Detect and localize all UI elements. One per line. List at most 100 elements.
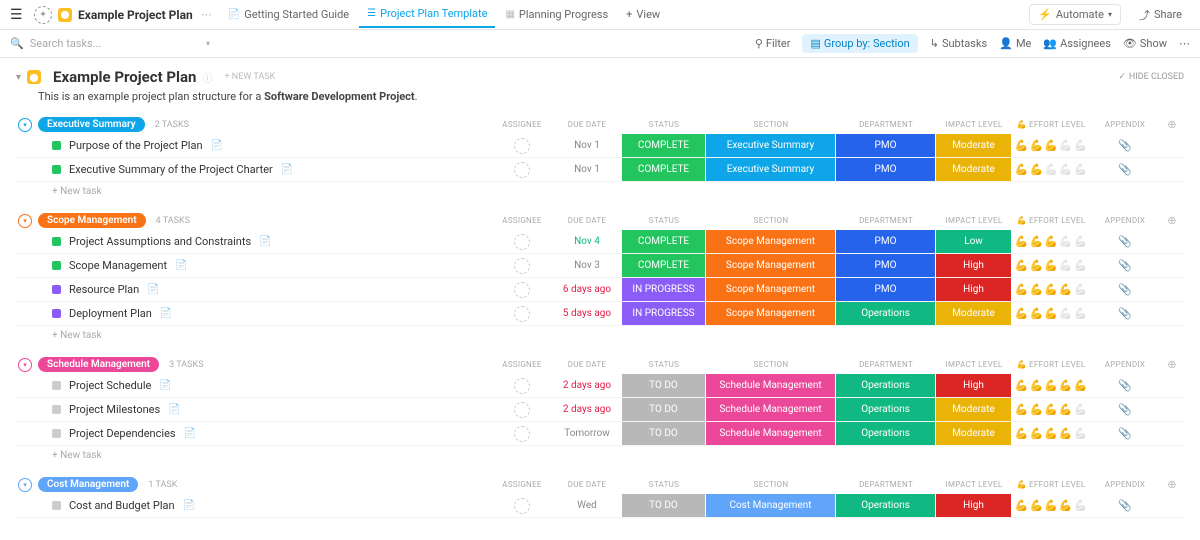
- assignee-cell[interactable]: [492, 230, 552, 253]
- due-date-cell[interactable]: 2 days ago: [552, 398, 622, 421]
- task-title[interactable]: Purpose of the Project Plan: [69, 139, 203, 152]
- col-header[interactable]: SECTION: [706, 120, 836, 129]
- col-header[interactable]: SECTION: [706, 360, 836, 369]
- add-column-button[interactable]: ⊕: [1160, 478, 1184, 491]
- appendix-cell[interactable]: 📎: [1090, 230, 1160, 253]
- col-header[interactable]: ASSIGNEE: [492, 120, 552, 129]
- new-task-button[interactable]: + New task: [16, 446, 1184, 465]
- section-badge[interactable]: Cost Management: [706, 494, 836, 517]
- due-date-cell[interactable]: 6 days ago: [552, 278, 622, 301]
- note-icon[interactable]: 📄: [147, 284, 159, 295]
- col-header[interactable]: 💪 EFFORT LEVEL: [1012, 216, 1090, 225]
- section-badge[interactable]: Scope Management: [706, 302, 836, 325]
- new-task-header[interactable]: + NEW TASK: [224, 72, 275, 82]
- group-pill[interactable]: Cost Management: [38, 477, 138, 492]
- assignee-cell[interactable]: [492, 494, 552, 517]
- status-badge[interactable]: TO DO: [622, 374, 706, 397]
- status-square-icon[interactable]: [52, 381, 61, 390]
- due-date-cell[interactable]: Nov 1: [552, 134, 622, 157]
- status-square-icon[interactable]: [52, 429, 61, 438]
- task-title[interactable]: Cost and Budget Plan: [69, 499, 175, 512]
- me-button[interactable]: 👤Me: [999, 37, 1031, 50]
- automate-button[interactable]: ⚡Automate▾: [1029, 4, 1121, 25]
- effort-cell[interactable]: 💪💪💪💪💪: [1012, 278, 1090, 301]
- department-badge[interactable]: PMO: [836, 230, 936, 253]
- task-title[interactable]: Scope Management: [69, 259, 167, 272]
- section-badge[interactable]: Schedule Management: [706, 398, 836, 421]
- col-header[interactable]: SECTION: [706, 216, 836, 225]
- task-title[interactable]: Project Milestones: [69, 403, 160, 416]
- impact-badge[interactable]: Moderate: [936, 302, 1012, 325]
- note-icon[interactable]: 📄: [184, 428, 196, 439]
- group-toggle-icon[interactable]: ▾: [18, 358, 32, 372]
- col-header[interactable]: DUE DATE: [552, 216, 622, 225]
- more-icon[interactable]: ⋯: [201, 8, 212, 21]
- col-header[interactable]: ASSIGNEE: [492, 480, 552, 489]
- settings-icon[interactable]: ✦: [34, 6, 52, 24]
- task-title[interactable]: Resource Plan: [69, 283, 139, 296]
- status-badge[interactable]: COMPLETE: [622, 134, 706, 157]
- search-input[interactable]: 🔍 Search tasks... ▾: [10, 37, 210, 50]
- col-header[interactable]: IMPACT LEVEL: [936, 120, 1012, 129]
- assignees-button[interactable]: 👥Assignees: [1043, 37, 1111, 50]
- appendix-cell[interactable]: 📎: [1090, 254, 1160, 277]
- col-header[interactable]: APPENDIX: [1090, 120, 1160, 129]
- share-button[interactable]: ⤴Share: [1131, 4, 1190, 26]
- new-task-button[interactable]: + New task: [16, 326, 1184, 345]
- group-toggle-icon[interactable]: ▾: [18, 478, 32, 492]
- status-square-icon[interactable]: [52, 237, 61, 246]
- col-header[interactable]: ASSIGNEE: [492, 360, 552, 369]
- col-header[interactable]: DEPARTMENT: [836, 480, 936, 489]
- impact-badge[interactable]: Low: [936, 230, 1012, 253]
- department-badge[interactable]: PMO: [836, 134, 936, 157]
- tab-getting-started[interactable]: 📄Getting Started Guide: [220, 2, 357, 27]
- col-header[interactable]: DEPARTMENT: [836, 360, 936, 369]
- impact-badge[interactable]: Moderate: [936, 134, 1012, 157]
- add-column-button[interactable]: ⊕: [1160, 214, 1184, 227]
- col-header[interactable]: DEPARTMENT: [836, 216, 936, 225]
- hide-closed-button[interactable]: ✓HIDE CLOSED: [1118, 72, 1184, 82]
- col-header[interactable]: DEPARTMENT: [836, 120, 936, 129]
- section-badge[interactable]: Schedule Management: [706, 422, 836, 445]
- info-icon[interactable]: ⓘ: [202, 70, 212, 85]
- effort-cell[interactable]: 💪💪💪💪💪: [1012, 302, 1090, 325]
- task-row[interactable]: Resource Plan 📄 6 days ago IN PROGRESS S…: [16, 278, 1184, 302]
- task-title[interactable]: Project Schedule: [69, 379, 151, 392]
- effort-cell[interactable]: 💪💪💪💪💪: [1012, 422, 1090, 445]
- due-date-cell[interactable]: 2 days ago: [552, 374, 622, 397]
- section-badge[interactable]: Scope Management: [706, 278, 836, 301]
- assignee-cell[interactable]: [492, 158, 552, 181]
- status-badge[interactable]: IN PROGRESS: [622, 278, 706, 301]
- col-header[interactable]: IMPACT LEVEL: [936, 216, 1012, 225]
- department-badge[interactable]: Operations: [836, 422, 936, 445]
- status-badge[interactable]: COMPLETE: [622, 254, 706, 277]
- section-badge[interactable]: Scope Management: [706, 230, 836, 253]
- note-icon[interactable]: 📄: [175, 260, 187, 271]
- col-header[interactable]: SECTION: [706, 480, 836, 489]
- status-badge[interactable]: COMPLETE: [622, 158, 706, 181]
- department-badge[interactable]: PMO: [836, 158, 936, 181]
- note-icon[interactable]: 📄: [168, 404, 180, 415]
- new-task-button[interactable]: + New task: [16, 182, 1184, 201]
- task-row[interactable]: Purpose of the Project Plan 📄 Nov 1 COMP…: [16, 134, 1184, 158]
- status-badge[interactable]: TO DO: [622, 494, 706, 517]
- department-badge[interactable]: PMO: [836, 254, 936, 277]
- col-header[interactable]: DUE DATE: [552, 120, 622, 129]
- assignee-cell[interactable]: [492, 254, 552, 277]
- section-badge[interactable]: Schedule Management: [706, 374, 836, 397]
- status-badge[interactable]: IN PROGRESS: [622, 302, 706, 325]
- department-badge[interactable]: Operations: [836, 398, 936, 421]
- task-row[interactable]: Executive Summary of the Project Charter…: [16, 158, 1184, 182]
- tab-project-plan[interactable]: ☰Project Plan Template: [359, 1, 495, 28]
- impact-badge[interactable]: Moderate: [936, 398, 1012, 421]
- impact-badge[interactable]: High: [936, 254, 1012, 277]
- status-square-icon[interactable]: [52, 141, 61, 150]
- assignee-cell[interactable]: [492, 374, 552, 397]
- effort-cell[interactable]: 💪💪💪💪💪: [1012, 230, 1090, 253]
- note-icon[interactable]: 📄: [160, 308, 172, 319]
- task-title[interactable]: Project Dependencies: [69, 427, 176, 440]
- col-header[interactable]: STATUS: [622, 120, 706, 129]
- status-square-icon[interactable]: [52, 261, 61, 270]
- due-date-cell[interactable]: Nov 4: [552, 230, 622, 253]
- group-pill[interactable]: Executive Summary: [38, 117, 145, 132]
